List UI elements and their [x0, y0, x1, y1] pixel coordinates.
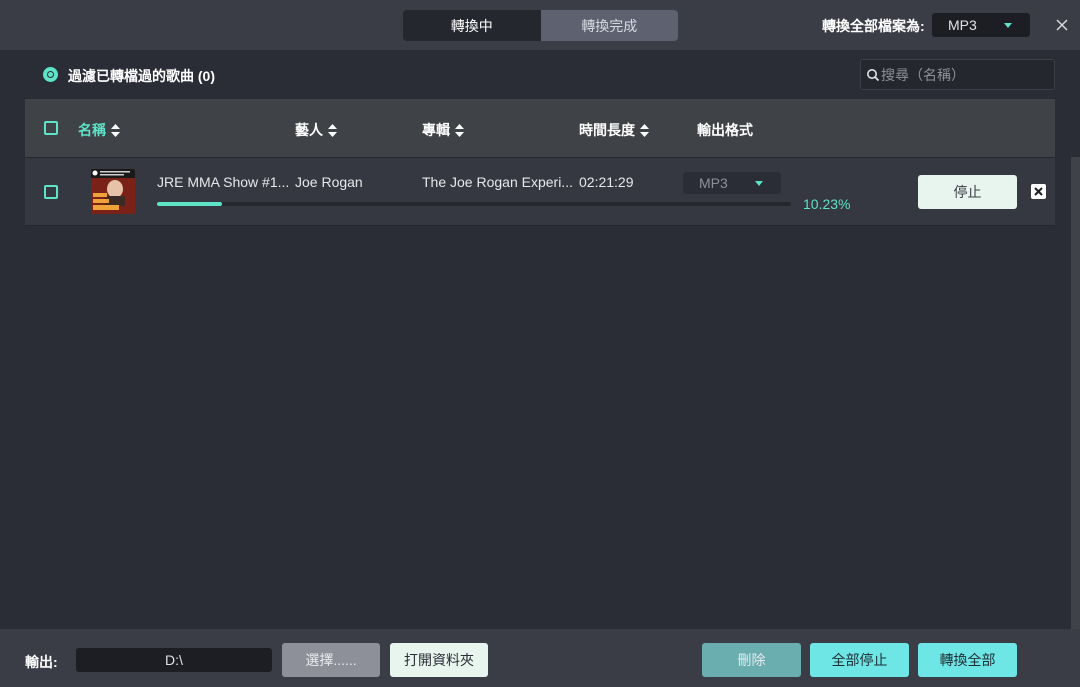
convert-all-format-label: 轉換全部檔案為: — [822, 18, 925, 34]
column-format-label: 輸出格式 — [697, 122, 753, 138]
table-row: JRE MMA Show #1... Joe Rogan The Joe Rog… — [25, 157, 1055, 226]
chevron-down-icon — [755, 181, 763, 186]
row-format-select[interactable]: MP3 — [683, 172, 781, 194]
output-path-field[interactable]: D:\ — [76, 648, 272, 672]
column-duration-label: 時間長度 — [579, 122, 635, 138]
row-title: JRE MMA Show #1... — [157, 174, 290, 190]
sort-icon — [640, 123, 649, 137]
search-input[interactable] — [881, 64, 1051, 86]
podcast-cover-icon — [91, 169, 135, 214]
select-all-checkbox[interactable] — [44, 121, 58, 135]
row-album: The Joe Rogan Experi... — [422, 174, 573, 190]
radio-dot-icon — [48, 72, 53, 77]
bottom-bar: 輸出: D:\ 選擇...... 打開資料夾 刪除 全部停止 轉換全部 — [0, 629, 1080, 687]
table-header: 名稱 藝人 專輯 時間長度 輸出格式 — [25, 99, 1055, 157]
column-artist-label: 藝人 — [295, 122, 323, 138]
filter-converted-radio[interactable] — [43, 67, 58, 82]
close-icon — [1034, 187, 1043, 196]
scrollbar[interactable] — [1071, 157, 1080, 629]
sort-icon — [328, 123, 337, 137]
column-album-label: 專輯 — [422, 122, 450, 138]
chevron-down-icon — [1004, 23, 1012, 28]
stop-button[interactable]: 停止 — [918, 175, 1017, 209]
column-artist-header[interactable]: 藝人 — [295, 120, 337, 140]
row-artist: Joe Rogan — [295, 174, 363, 190]
tab-converting[interactable]: 轉換中 — [403, 10, 541, 41]
conversion-progress-fill — [157, 202, 222, 206]
open-folder-button[interactable]: 打開資料夾 — [390, 643, 488, 677]
search-icon — [867, 69, 880, 82]
output-label: 輸出: — [25, 654, 58, 670]
row-format-value: MP3 — [699, 175, 728, 191]
convert-all-format-select[interactable]: MP3 — [932, 13, 1030, 37]
close-icon[interactable] — [1054, 14, 1070, 36]
sort-icon — [455, 123, 464, 137]
delete-button[interactable]: 刪除 — [702, 643, 801, 677]
search-box[interactable] — [860, 59, 1055, 90]
sort-icon — [111, 123, 120, 137]
filter-converted-label: 過濾已轉檔過的歌曲 (0) — [68, 68, 215, 84]
column-format-header: 輸出格式 — [697, 120, 753, 140]
top-bar: 轉換中 轉換完成 轉換全部檔案為: MP3 — [0, 0, 1080, 50]
album-art-thumbnail — [91, 169, 135, 214]
convert-all-format-value: MP3 — [948, 17, 977, 33]
conversion-progress-bar — [157, 202, 791, 206]
choose-folder-button[interactable]: 選擇...... — [282, 643, 380, 677]
column-album-header[interactable]: 專輯 — [422, 120, 464, 140]
status-tabs: 轉換中 轉換完成 — [403, 10, 678, 41]
remove-row-button[interactable] — [1031, 184, 1046, 199]
tab-completed[interactable]: 轉換完成 — [540, 10, 678, 41]
column-duration-header[interactable]: 時間長度 — [579, 120, 649, 140]
conversion-progress-percent: 10.23% — [803, 196, 851, 212]
convert-all-button[interactable]: 轉換全部 — [918, 643, 1017, 677]
row-duration: 02:21:29 — [579, 174, 634, 190]
column-name-header[interactable]: 名稱 — [78, 120, 120, 140]
stop-all-button[interactable]: 全部停止 — [810, 643, 909, 677]
row-checkbox[interactable] — [44, 185, 58, 199]
column-name-label: 名稱 — [78, 122, 106, 138]
